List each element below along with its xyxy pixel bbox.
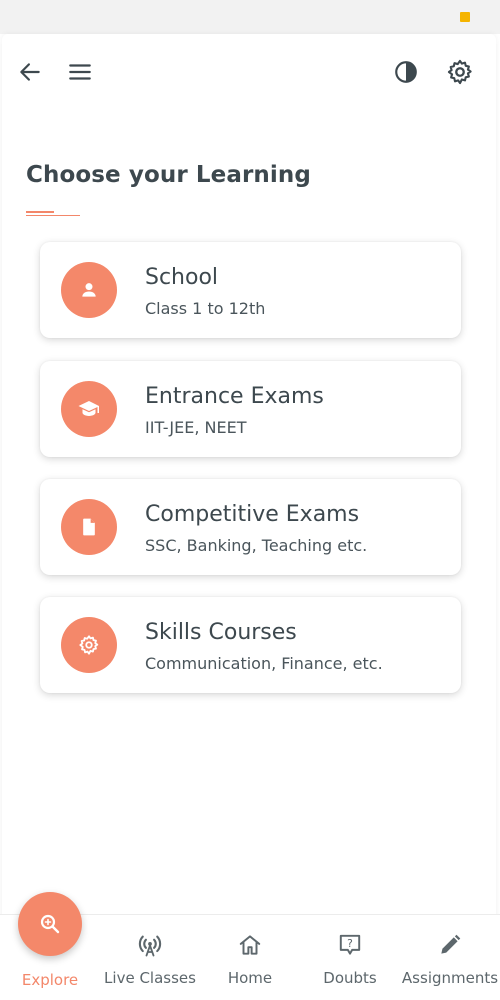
battery-icon <box>460 12 470 22</box>
pencil-icon <box>441 934 461 954</box>
graduation-cap-icon <box>78 401 99 416</box>
document-icon <box>83 518 95 536</box>
category-subtitle: Communication, Finance, etc. <box>145 654 383 673</box>
person-icon <box>82 283 96 297</box>
nav-label-live-classes: Live Classes <box>104 969 196 987</box>
title-underline <box>26 211 80 217</box>
settings-button[interactable] <box>442 54 478 90</box>
category-icon-badge <box>61 262 117 318</box>
category-subtitle: SSC, Banking, Teaching etc. <box>145 536 368 555</box>
broadcast-icon <box>138 935 162 957</box>
category-icon-badge <box>61 499 117 555</box>
nav-label-assignments: Assignments <box>401 969 499 987</box>
category-icon-badge <box>61 381 117 437</box>
category-card-entrance-exams[interactable]: Entrance Exams IIT-JEE, NEET <box>40 361 461 457</box>
category-title: Entrance Exams <box>145 384 324 409</box>
hamburger-menu-icon <box>69 64 91 80</box>
nav-item-live-classes[interactable]: Live Classes <box>100 915 200 1000</box>
question-bubble-icon: ? <box>339 934 361 955</box>
nav-item-assignments[interactable]: Assignments <box>400 915 500 1000</box>
category-subtitle: IIT-JEE, NEET <box>145 418 247 437</box>
category-card-school[interactable]: School Class 1 to 12th <box>40 242 461 338</box>
status-bar <box>0 0 500 34</box>
category-title: School <box>145 265 219 290</box>
category-card-competitive-exams[interactable]: Competitive Exams SSC, Banking, Teaching… <box>40 479 461 575</box>
nav-label-home: Home <box>227 969 273 987</box>
arrow-left-icon <box>20 63 40 81</box>
category-card-skills-courses[interactable]: Skills Courses Communication, Finance, e… <box>40 597 461 693</box>
category-title: Competitive Exams <box>145 502 360 527</box>
menu-button[interactable] <box>62 54 98 90</box>
nav-label-explore: Explore <box>21 971 79 989</box>
gear-icon <box>79 635 99 655</box>
nav-item-home[interactable]: Home <box>200 915 300 1000</box>
contrast-toggle-button[interactable] <box>388 54 424 90</box>
contrast-icon <box>395 61 417 83</box>
status-right <box>454 12 470 22</box>
category-title: Skills Courses <box>145 620 297 645</box>
home-icon <box>239 935 261 955</box>
svg-text:?: ? <box>347 937 353 950</box>
search-icon <box>40 914 60 934</box>
top-app-bar <box>2 52 496 92</box>
category-subtitle: Class 1 to 12th <box>145 299 266 318</box>
gear-icon <box>447 59 472 85</box>
back-button[interactable] <box>12 54 48 90</box>
category-icon-badge <box>61 617 117 673</box>
explore-search-fab[interactable] <box>18 892 82 956</box>
nav-label-doubts: Doubts <box>323 969 377 987</box>
page-title: Choose your Learning <box>26 162 311 188</box>
nav-item-doubts[interactable]: ? Doubts <box>300 915 400 1000</box>
app-screen: Choose your Learning School Class 1 to 1… <box>2 34 496 1000</box>
